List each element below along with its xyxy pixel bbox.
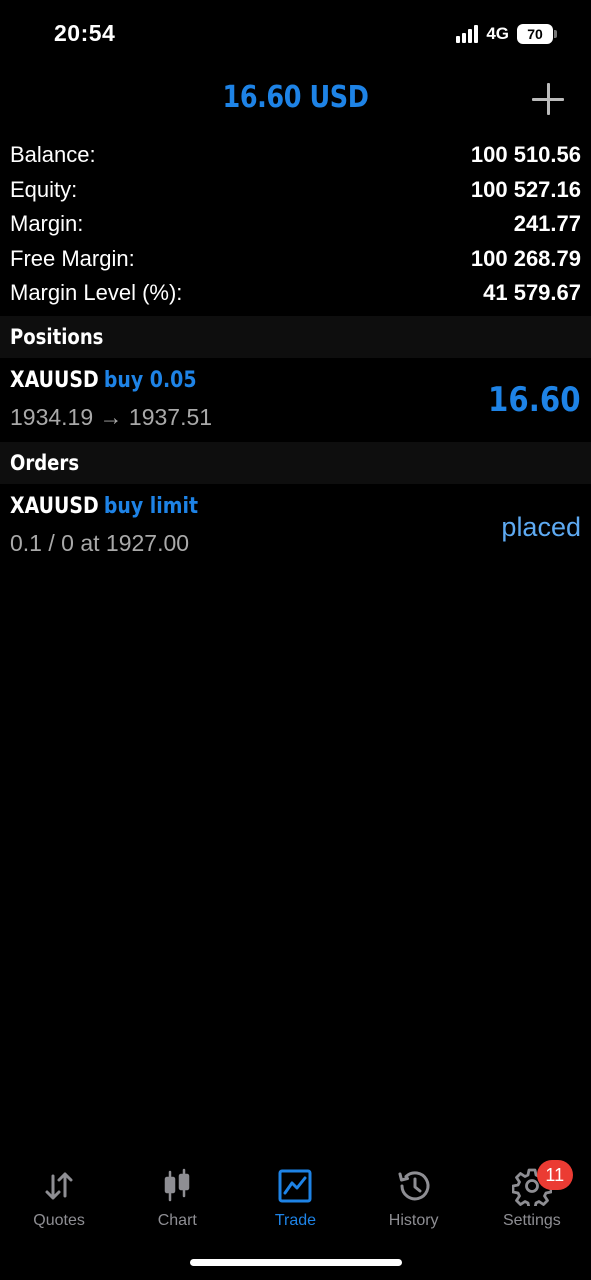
summary-label: Balance: bbox=[10, 142, 96, 168]
tab-label: Chart bbox=[157, 1212, 197, 1229]
tab-label: Quotes bbox=[33, 1212, 85, 1229]
order-type: buy limit bbox=[103, 494, 199, 519]
summary-value: 241.77 bbox=[513, 211, 581, 237]
signal-strength-icon bbox=[456, 25, 479, 43]
battery-icon: 70 bbox=[517, 24, 557, 44]
position-row[interactable]: XAUUSD buy 0.05 1934.19 → 1937.51 16.60 bbox=[0, 358, 591, 442]
history-clock-icon bbox=[398, 1171, 430, 1201]
status-indicators: 4G 70 bbox=[456, 22, 557, 46]
notification-badge: 11 bbox=[536, 1160, 573, 1190]
summary-label: Margin Level (%): bbox=[10, 280, 183, 306]
network-type: 4G bbox=[486, 24, 509, 43]
section-title: Orders bbox=[10, 451, 80, 475]
summary-row-free-margin: Free Margin: 100 268.79 bbox=[0, 242, 591, 277]
summary-row-margin: Margin: 241.77 bbox=[0, 207, 591, 242]
summary-value: 100 510.56 bbox=[470, 142, 581, 168]
summary-label: Equity: bbox=[10, 176, 78, 202]
tab-chart[interactable]: Chart bbox=[118, 1160, 236, 1240]
position-symbol: XAUUSD bbox=[10, 368, 99, 393]
order-row[interactable]: XAUUSD buy limit 0.1 / 0 at 1927.00 place… bbox=[0, 484, 591, 568]
order-details: 0.1 / 0 at 1927.00 bbox=[10, 530, 190, 556]
orders-section-header: Orders bbox=[0, 442, 591, 484]
account-summary: Balance: 100 510.56 Equity: 100 527.16 M… bbox=[0, 138, 591, 311]
order-symbol: XAUUSD bbox=[10, 494, 99, 519]
summary-value: 100 268.79 bbox=[470, 245, 581, 271]
bottom-tab-bar: Quotes Chart Trade History Settings 11 bbox=[0, 1160, 591, 1240]
header: 16.60 USD bbox=[0, 66, 591, 134]
summary-row-margin-level: Margin Level (%): 41 579.67 bbox=[0, 276, 591, 311]
tab-settings[interactable]: Settings 11 bbox=[473, 1160, 591, 1240]
status-time: 20:54 bbox=[54, 20, 116, 46]
tab-quotes[interactable]: Quotes bbox=[0, 1160, 118, 1240]
status-bar: 20:54 4G 70 bbox=[0, 0, 591, 66]
new-order-button[interactable] bbox=[531, 82, 565, 116]
tab-trade[interactable]: Trade bbox=[236, 1160, 354, 1240]
page-title-profit: 16.60 USD bbox=[222, 80, 369, 115]
battery-level: 70 bbox=[527, 26, 543, 42]
order-status: placed bbox=[501, 512, 581, 542]
tab-label: History bbox=[388, 1212, 439, 1229]
position-prices: 1934.19 → 1937.51 bbox=[10, 404, 213, 430]
summary-value: 100 527.16 bbox=[470, 176, 581, 202]
section-title: Positions bbox=[10, 325, 104, 349]
quotes-arrows-icon bbox=[45, 1172, 73, 1200]
positions-section-header: Positions bbox=[0, 316, 591, 358]
home-indicator bbox=[190, 1259, 402, 1266]
summary-value: 41 579.67 bbox=[483, 280, 581, 306]
tab-label: Trade bbox=[274, 1212, 317, 1229]
position-type: buy 0.05 bbox=[103, 368, 197, 393]
summary-row-equity: Equity: 100 527.16 bbox=[0, 173, 591, 208]
tab-history[interactable]: History bbox=[355, 1160, 473, 1240]
tab-label: Settings bbox=[502, 1212, 561, 1229]
summary-label: Free Margin: bbox=[10, 245, 135, 271]
summary-label: Margin: bbox=[10, 211, 84, 237]
candlestick-chart-icon bbox=[165, 1168, 190, 1202]
trade-chart-icon bbox=[278, 1169, 312, 1203]
position-profit: 16.60 bbox=[488, 380, 581, 420]
summary-row-balance: Balance: 100 510.56 bbox=[0, 138, 591, 173]
